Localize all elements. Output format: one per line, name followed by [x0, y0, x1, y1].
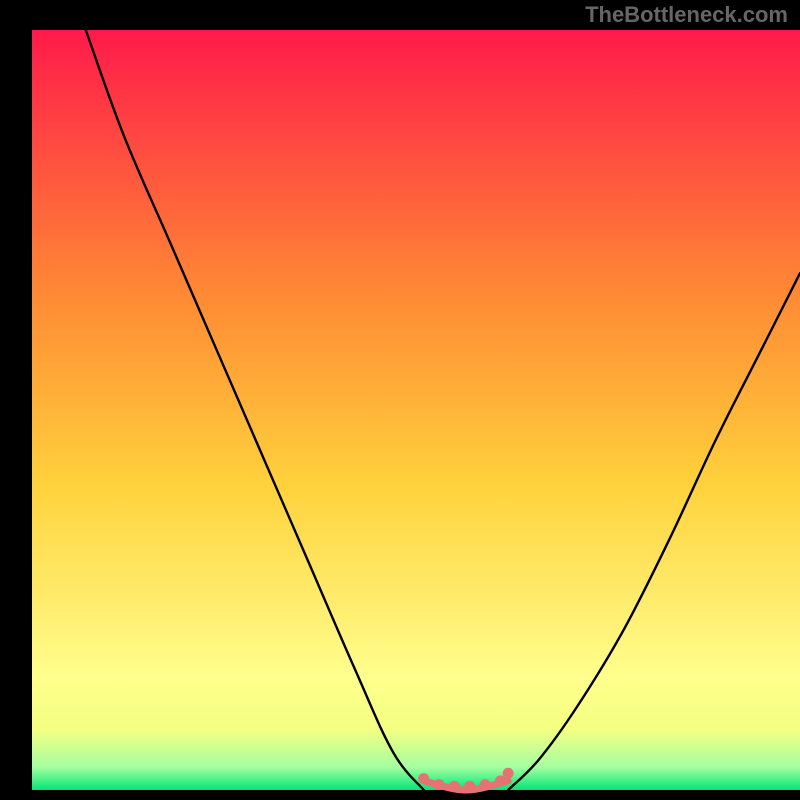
- accent-dot: [464, 781, 475, 792]
- accent-dot: [418, 773, 429, 784]
- accent-dot: [503, 768, 514, 779]
- accent-dot: [434, 779, 445, 790]
- accent-dot: [449, 781, 460, 792]
- bottleneck-chart: [0, 0, 800, 800]
- gradient-background: [32, 30, 800, 790]
- accent-dot: [480, 779, 491, 790]
- chart-stage: TheBottleneck.com: [0, 0, 800, 800]
- watermark-text: TheBottleneck.com: [585, 2, 788, 28]
